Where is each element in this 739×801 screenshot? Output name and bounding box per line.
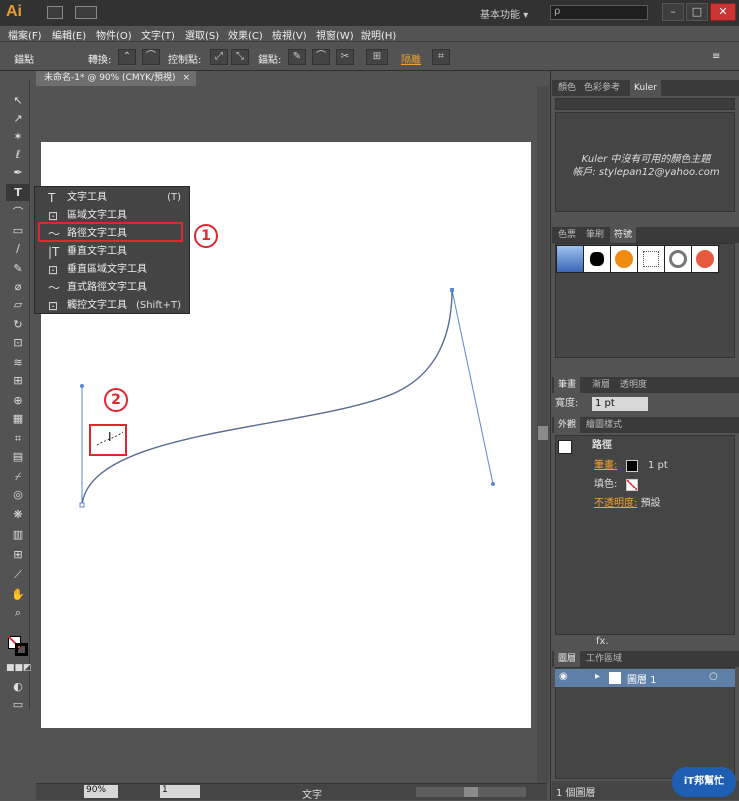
tab-brushes[interactable]: 筆刷 [582, 227, 608, 243]
step-number: 2 [111, 392, 121, 408]
color-panel-tabs: 顏色 色彩參考 Kuler [552, 80, 739, 96]
opacity-value: 預設 [640, 498, 661, 509]
tab-transparency[interactable]: 透明度 [616, 377, 651, 393]
layer-name[interactable]: 圖層 1 [627, 671, 657, 686]
symbol-swatch-ring[interactable] [664, 245, 692, 273]
tab-appearance[interactable]: 外觀 [554, 417, 581, 433]
layers-panel-tabs: 圖層 工作區域 [552, 651, 739, 667]
right-direction-line [451, 289, 494, 485]
flyout-label: 區域文字工具 [67, 210, 127, 221]
step-marker-2: 2 [104, 388, 128, 412]
tab-color-guide[interactable]: 色彩參考 [580, 80, 624, 96]
stroke-weight-field[interactable]: 1 pt [592, 397, 648, 411]
kuler-account: 帳戶: stylepan12@yahoo.com [572, 167, 720, 178]
tab-artboards[interactable]: 工作區域 [582, 651, 626, 667]
tab-graphic-styles[interactable]: 繪圖樣式 [582, 417, 626, 433]
flyout-item-vertical-type-tool[interactable]: |T 垂直文字工具 [39, 243, 187, 261]
visibility-eye-icon[interactable]: ◉ [559, 671, 568, 682]
flyout-label: 直式路徑文字工具 [67, 282, 147, 293]
flyout-label: 垂直文字工具 [67, 246, 127, 257]
status-bar: 90% 1 文字 [36, 783, 547, 801]
flyout-label: 垂直區域文字工具 [67, 264, 147, 275]
symbol-swatch-blue-bar[interactable] [556, 245, 584, 273]
vertical-area-type-icon: ⊡ [48, 263, 59, 277]
current-tool-status: 文字 [302, 790, 322, 801]
tab-layers[interactable]: 圖層 [554, 651, 581, 667]
h-scroll-thumb[interactable] [464, 787, 478, 797]
flyout-shortcut: (T) [167, 192, 181, 203]
curved-path [81, 289, 453, 506]
stroke-weight-label: 寬度: [555, 398, 579, 409]
tab-symbols[interactable]: 符號 [610, 227, 637, 243]
layer-row[interactable]: ◉ ▸ 圖層 1 ○ [555, 669, 735, 687]
tab-color[interactable]: 顏色 [554, 80, 580, 96]
start-anchor-point [79, 502, 85, 508]
flyout-item-type-tool[interactable]: T 文字工具 (T) [39, 189, 187, 207]
stroke-panel-tabs: 筆畫 漸層 透明度 [552, 377, 739, 393]
flyout-item-touch-type-tool[interactable]: ⊡ 觸控文字工具 (Shift+T) [39, 297, 187, 315]
flyout-shortcut: (Shift+T) [135, 300, 181, 311]
symbol-swatch-flower[interactable] [691, 245, 719, 273]
scroll-thumb[interactable] [538, 426, 548, 440]
path-selection-outline [81, 289, 453, 506]
stroke-weight-row: 寬度: 1 pt [552, 395, 739, 413]
fill-label: 填色: [594, 479, 618, 490]
target-icon[interactable]: ○ [709, 671, 718, 682]
zoom-field[interactable]: 90% [84, 785, 118, 798]
tab-gradient[interactable]: 漸層 [588, 377, 614, 393]
tab-kuler[interactable]: Kuler [630, 80, 661, 96]
step-marker-1: 1 [194, 224, 218, 248]
appearance-fill-row[interactable]: 填色: [552, 476, 739, 494]
vertical-scrollbar[interactable] [537, 86, 549, 783]
appearance-stroke-row[interactable]: 筆畫: 1 pt [552, 457, 739, 475]
kuler-search-input[interactable] [555, 98, 735, 110]
vertical-type-icon: |T [48, 245, 60, 259]
touch-type-icon: ⊡ [48, 299, 59, 313]
end-anchor-point [450, 288, 454, 292]
stroke-color-chip[interactable] [626, 460, 638, 472]
left-handle-point [80, 384, 84, 388]
fx-button[interactable]: fx. [596, 636, 609, 647]
flyout-label: 文字工具 [67, 192, 107, 203]
cursor-highlight-box [89, 424, 127, 456]
flyout-item-vertical-type-on-path-tool[interactable]: 〜直式路徑文字工具 [39, 279, 187, 297]
swatches-panel-tabs: 色票 筆刷 符號 [552, 227, 739, 243]
opacity-link[interactable]: 不透明度: [594, 498, 637, 509]
symbol-swatch-frame[interactable] [637, 245, 665, 273]
highlight-box [38, 222, 183, 242]
type-tool-icon: T [48, 191, 56, 205]
type-tools-flyout: T 文字工具 (T) ⊡ 區域文字工具 〜路徑文字工具 |T 垂直文字工具 ⊡ 垂直區域文… [34, 186, 190, 314]
right-handle-point [491, 482, 495, 486]
vertical-type-on-path-icon: 〜 [48, 281, 61, 295]
appearance-panel-tabs: 外觀 繪圖樣式 [552, 417, 739, 433]
tab-swatches[interactable]: 色票 [554, 227, 580, 243]
expand-triangle-icon[interactable]: ▸ [595, 671, 600, 682]
flyout-label: 觸控文字工具 [67, 300, 127, 311]
stroke-link[interactable]: 筆畫: [594, 460, 617, 471]
stroke-weight-value: 1 pt [648, 460, 668, 471]
flyout-item-vertical-area-type-tool[interactable]: ⊡ 垂直區域文字工具 [39, 261, 187, 279]
layer-thumbnail [609, 672, 621, 684]
appearance-footer: fx. [552, 633, 739, 651]
symbol-swatch-splat[interactable] [583, 245, 611, 273]
tab-stroke[interactable]: 筆畫 [554, 377, 581, 393]
appearance-title: 路徑 [592, 440, 612, 451]
fill-none-chip[interactable] [626, 479, 638, 491]
artboard-number-field[interactable]: 1 [160, 785, 200, 798]
horizontal-scrollbar[interactable] [416, 787, 526, 797]
symbol-swatch-orange-ball[interactable] [610, 245, 638, 273]
appearance-opacity-row[interactable]: 不透明度: 預設 [552, 495, 739, 513]
layer-count: 1 個圖層 [556, 788, 596, 799]
site-watermark: iT邦幫忙 [672, 767, 736, 797]
step-number: 1 [201, 228, 211, 244]
